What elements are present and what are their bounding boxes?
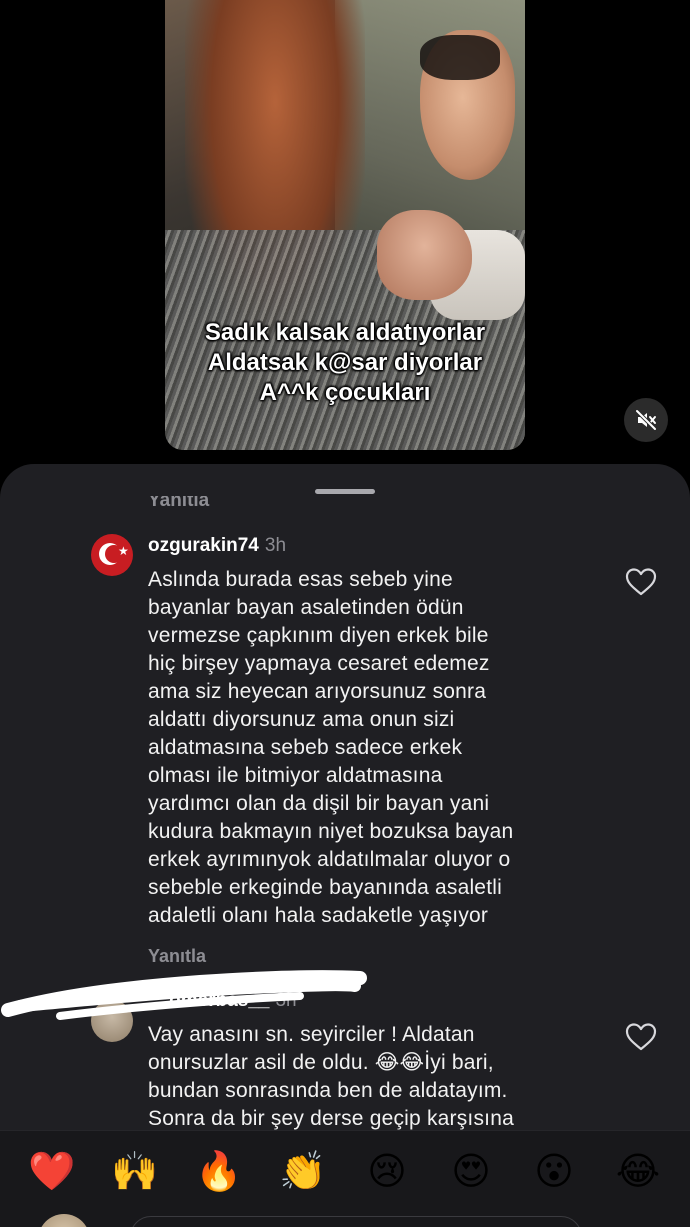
comment-line: bundan sonrasında ben de aldatayım. (148, 1079, 508, 1102)
reaction-raised-hands[interactable]: 🙌 (111, 1148, 159, 1196)
reaction-heart[interactable]: ❤️ (28, 1148, 76, 1196)
video-caption-line: Sadık kalsak aldatıyorlar (204, 319, 486, 346)
video-caption-line: A^^k çocukları (259, 379, 431, 406)
reaction-clapping[interactable]: 👏 (279, 1148, 327, 1196)
comment-line: Aslında burada esas sebeb yine (148, 568, 453, 591)
comment-line: onursuzlar asil de oldu. 😂😂İyi bari, (148, 1051, 494, 1074)
comment-input[interactable] (130, 1216, 582, 1227)
video-caption: Sadık kalsak aldatıyorlar Aldatsak k@sar… (165, 318, 525, 408)
comment-line: aldatmasına sebeb sadece erkek (148, 736, 463, 759)
clipped-reply-button[interactable]: Yanıtla (148, 496, 268, 510)
comment-header: ozgurakin74 3h (148, 535, 286, 557)
clipped-reply-label: Yanıtla (148, 496, 210, 510)
comment-line: erkek ayrımınyok aldatılmalar oluyor o (148, 848, 511, 871)
speaker-muted-icon (635, 409, 657, 431)
comment-time: 3h (264, 535, 287, 556)
video-figure-sunglasses (420, 35, 500, 80)
reaction-crying[interactable]: 😢 (363, 1148, 411, 1196)
video-figure-hand (377, 210, 472, 300)
screen: Sadık kalsak aldatıyorlar Aldatsak k@sar… (0, 0, 690, 1227)
emoji-reaction-bar (0, 1130, 690, 1227)
comment-line: kudura bakmayın niyet bozuksa bayan (148, 820, 514, 843)
comment-line: hiç birşey yapmaya cesaret edemez (148, 652, 490, 675)
comment-username[interactable]: ozgurakin74 (148, 535, 259, 556)
star-icon: ★ (118, 544, 129, 558)
redaction-scribble (1, 970, 367, 1020)
reply-button[interactable]: Yanıtla (148, 946, 206, 967)
comment-body: Vay anasını sn. seyirciler ! Aldatan onu… (148, 1021, 588, 1133)
reaction-laughing[interactable]: 😂 (614, 1148, 662, 1196)
comment-body: Aslında burada esas sebeb yine bayanlar … (148, 566, 588, 930)
reaction-surprised[interactable]: 😮 (530, 1148, 578, 1196)
comment-line: ama siz heyecan arıyorsunuz sonra (148, 680, 487, 703)
heart-outline-icon[interactable] (625, 567, 657, 597)
mute-button[interactable] (624, 398, 668, 442)
comment-line: bayanlar bayan asaletinden ödün (148, 596, 464, 619)
comment-line: aldattı diyorsunuz ama onun sizi (148, 708, 455, 731)
comment-line: sebeble erkeginde bayanında asaletli (148, 876, 502, 899)
avatar[interactable]: ★ (91, 534, 133, 576)
heart-outline-icon[interactable] (625, 1022, 657, 1052)
video-caption-line: Aldatsak k@sar diyorlar (207, 349, 483, 376)
reaction-fire[interactable]: 🔥 (195, 1148, 243, 1196)
comment-line: vermezse çapkınım diyen erkek bile (148, 624, 489, 647)
comment-line: Vay anasını sn. seyirciler ! Aldatan (148, 1023, 475, 1046)
comment-line: adaletli olanı hala sadaketle yaşıyor (148, 904, 489, 927)
comment-line: olması ile bitmiyor aldatmasına (148, 764, 443, 787)
video-player[interactable]: Sadık kalsak aldatıyorlar Aldatsak k@sar… (165, 0, 525, 450)
comment-line: Sonra da bir şey derse geçip karşısına (148, 1107, 514, 1130)
reaction-heart-eyes[interactable]: 😍 (447, 1148, 495, 1196)
sheet-drag-handle[interactable] (315, 489, 375, 494)
comment-line: yardımcı olan da dişil bir bayan yani (148, 792, 490, 815)
